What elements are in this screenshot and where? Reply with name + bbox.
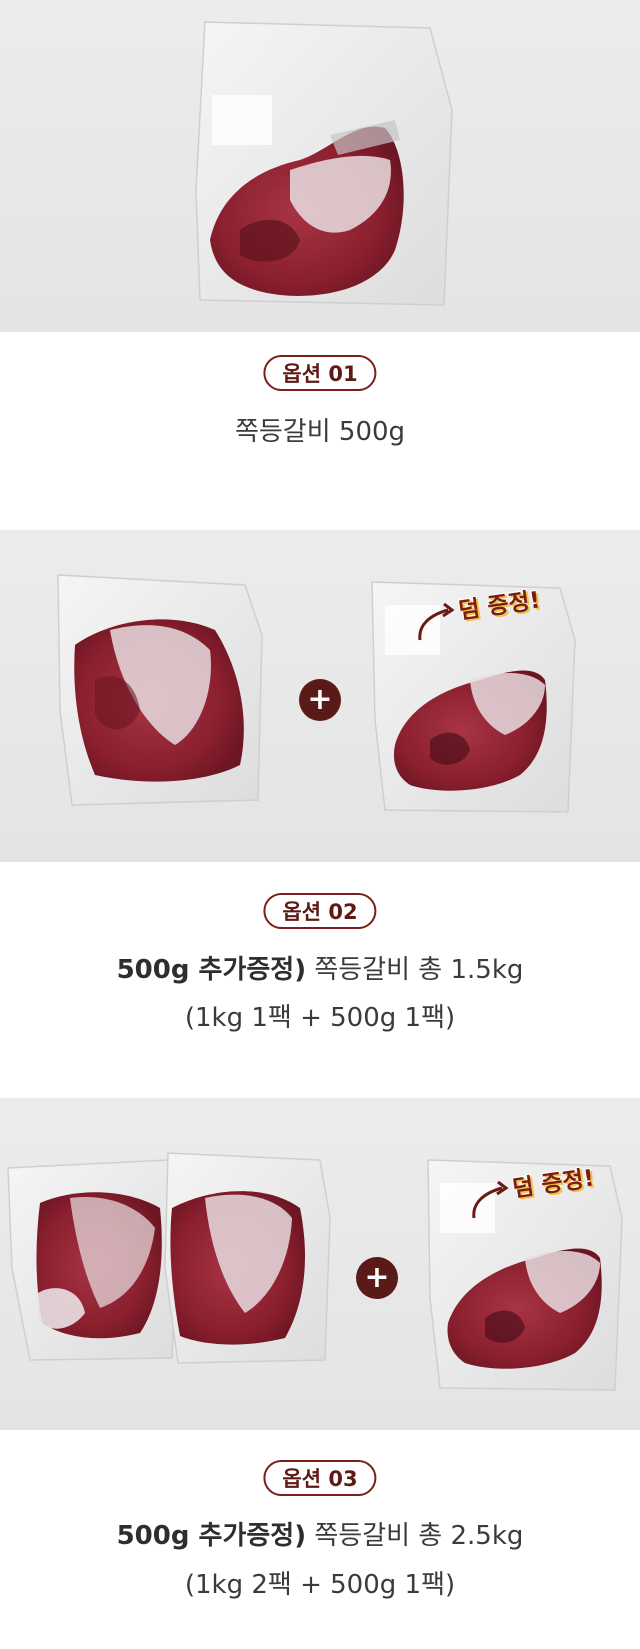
plus-icon: + bbox=[307, 682, 333, 717]
option-badge: 옵션 02 bbox=[263, 893, 377, 929]
option-description: 500g 추가증정) 쪽등갈비 총 2.5kg bbox=[0, 1518, 640, 1555]
plus-icon: + bbox=[364, 1260, 390, 1295]
option-composition: (1kg 2팩 + 500g 1팩) bbox=[184, 1570, 456, 1600]
option-bonus-label: 500g 추가증정) bbox=[116, 955, 307, 985]
option-badge: 옵션 03 bbox=[263, 1460, 377, 1496]
option-bonus-label: 500g 추가증정) bbox=[116, 1521, 307, 1551]
option-title: 쪽등갈비 500g bbox=[234, 417, 406, 447]
vacuum-pack-image bbox=[195, 21, 453, 306]
product-photo-option-01 bbox=[0, 0, 640, 332]
option-badge: 옵션 01 bbox=[263, 355, 377, 391]
product-photo-option-02: 덤 증정! + bbox=[0, 530, 640, 862]
vacuum-pack-image bbox=[7, 1152, 623, 1391]
option-title: 쪽등갈비 총 1.5kg bbox=[306, 955, 524, 985]
option-composition: (1kg 1팩 + 500g 1팩) bbox=[184, 1003, 456, 1033]
option-description: 500g 추가증정) 쪽등갈비 총 1.5kg bbox=[0, 952, 640, 989]
option-title: 쪽등갈비 총 2.5kg bbox=[306, 1521, 524, 1551]
product-photo-option-03: 덤 증정! + bbox=[0, 1098, 640, 1430]
option-description: 쪽등갈비 500g bbox=[0, 414, 640, 451]
